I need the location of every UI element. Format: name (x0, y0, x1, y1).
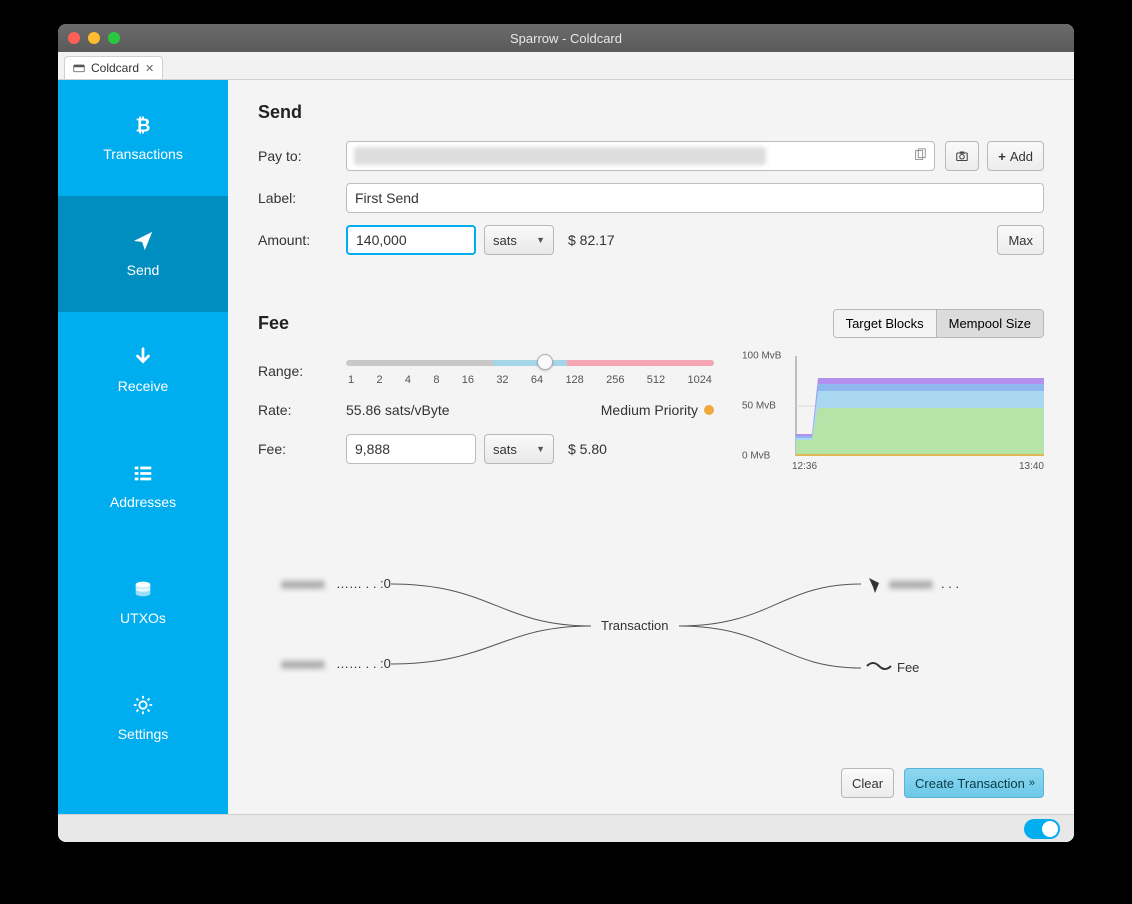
range-label: Range: (258, 363, 346, 379)
tx-center-label: Transaction (601, 618, 668, 633)
chart-ytick: 100 MvB (742, 351, 781, 362)
tx-input-1-suffix: …… . . :0 (336, 656, 391, 671)
tx-output-fee-label: Fee (897, 660, 919, 675)
transaction-diagram: aaaaaa …… . . :0 aaaaaa …… . . :0 Transa… (258, 556, 1044, 696)
app-window: Sparrow - Coldcard Coldcard ✕ ₿ Transact… (58, 24, 1074, 842)
paper-plane-icon (869, 578, 879, 593)
chart-ytick: 0 MvB (742, 451, 770, 462)
fee-unit-label: sats (493, 442, 517, 457)
sidebar-item-transactions[interactable]: ₿ Transactions (58, 80, 228, 196)
main-panel: Send Pay to: + Add Label: (228, 80, 1074, 814)
rate-label: Rate: (258, 402, 346, 418)
max-button-label: Max (1008, 233, 1033, 248)
sidebar-item-label: Transactions (103, 146, 183, 162)
amount-label: Amount: (258, 232, 346, 248)
wallet-icon (73, 62, 85, 74)
camera-icon (956, 149, 968, 163)
add-recipient-button[interactable]: + Add (987, 141, 1044, 171)
fee-heading: Fee (258, 313, 289, 334)
sidebar-item-utxos[interactable]: UTXOs (58, 544, 228, 660)
mempool-chart: 100 MvB 50 MvB 0 MvB 12:36 13:40 (744, 356, 1044, 456)
bitcoin-icon: ₿ (132, 114, 154, 136)
fee-input[interactable] (346, 434, 476, 464)
tab-bar: Coldcard ✕ (58, 52, 1074, 80)
sidebar-item-receive[interactable]: Receive (58, 312, 228, 428)
tx-input-0: aaaaaa (281, 576, 325, 591)
wallet-tab[interactable]: Coldcard ✕ (64, 56, 163, 79)
fee-range-slider[interactable]: 12481632641282565121024 (346, 356, 714, 386)
sidebar-item-settings[interactable]: Settings (58, 660, 228, 776)
priority-label: Medium Priority (601, 402, 698, 418)
sidebar: ₿ Transactions Send Receive Addresses UT… (58, 80, 228, 814)
slider-ticks: 12481632641282565121024 (346, 374, 714, 386)
priority-indicator: Medium Priority (601, 402, 714, 418)
sidebar-item-send[interactable]: Send (58, 196, 228, 312)
wallet-tab-label: Coldcard (91, 61, 139, 75)
copy-icon[interactable] (913, 148, 927, 162)
arrow-down-icon (132, 346, 154, 368)
sidebar-item-label: UTXOs (120, 610, 166, 626)
status-bar (58, 814, 1074, 842)
paper-plane-icon (132, 230, 154, 252)
sidebar-item-addresses[interactable]: Addresses (58, 428, 228, 544)
label-label: Label: (258, 190, 346, 206)
plus-icon: + (998, 149, 1006, 164)
fee-unit-select[interactable]: sats ▼ (484, 434, 554, 464)
sidebar-item-label: Send (127, 262, 160, 278)
fee-usd-value: $ 5.80 (568, 441, 607, 457)
slider-thumb[interactable] (537, 354, 553, 370)
close-tab-button[interactable]: ✕ (145, 62, 154, 75)
scan-qr-button[interactable] (945, 141, 979, 171)
add-button-label: Add (1010, 149, 1033, 164)
payto-label: Pay to: (258, 148, 346, 164)
chart-xtick: 13:40 (1019, 461, 1044, 472)
tx-input-0-suffix: …… . . :0 (336, 576, 391, 591)
clear-button[interactable]: Clear (841, 768, 894, 798)
wave-icon (867, 663, 891, 669)
priority-dot-icon (704, 405, 714, 415)
create-transaction-label: Create Transaction (915, 776, 1025, 791)
svg-text:₿: ₿ (136, 114, 151, 135)
sidebar-item-label: Receive (118, 378, 169, 394)
window-title: Sparrow - Coldcard (58, 31, 1074, 46)
titlebar[interactable]: Sparrow - Coldcard (58, 24, 1074, 52)
tx-input-1: aaaaaa (281, 656, 325, 671)
tx-output-0: aaaaaa (889, 576, 933, 591)
fee-mode-segment: Target Blocks Mempool Size (833, 309, 1044, 338)
sidebar-item-label: Addresses (110, 494, 176, 510)
chart-ytick: 50 MvB (742, 401, 776, 412)
chevron-down-icon: ▼ (536, 235, 545, 245)
chevron-right-icon: » (1029, 777, 1033, 789)
chevron-down-icon: ▼ (536, 444, 545, 454)
gear-icon (132, 694, 154, 716)
amount-input[interactable] (346, 225, 476, 255)
amount-unit-label: sats (493, 233, 517, 248)
target-blocks-tab[interactable]: Target Blocks (834, 310, 936, 337)
max-button[interactable]: Max (997, 225, 1044, 255)
amount-unit-select[interactable]: sats ▼ (484, 225, 554, 255)
mempool-size-tab[interactable]: Mempool Size (936, 310, 1043, 337)
amount-usd-value: $ 82.17 (568, 232, 615, 248)
toggle-knob (1042, 821, 1058, 837)
send-heading: Send (258, 102, 1044, 123)
tx-output-0-suffix: . . . (941, 576, 959, 591)
coins-icon (132, 578, 154, 600)
list-icon (132, 462, 154, 484)
payto-redacted (354, 147, 766, 165)
connection-toggle[interactable] (1024, 819, 1060, 839)
create-transaction-button[interactable]: Create Transaction » (904, 768, 1044, 798)
clear-button-label: Clear (852, 776, 883, 791)
label-input[interactable] (346, 183, 1044, 213)
chart-xtick: 12:36 (792, 461, 817, 472)
rate-value: 55.86 sats/vByte (346, 402, 450, 418)
fee-label: Fee: (258, 441, 346, 457)
sidebar-item-label: Settings (118, 726, 169, 742)
